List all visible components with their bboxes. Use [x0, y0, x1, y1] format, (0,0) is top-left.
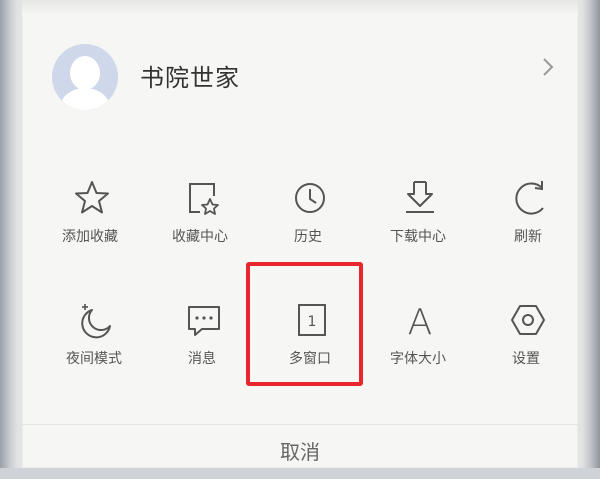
font-size-glyph: A [408, 302, 433, 340]
profile-row[interactable]: 书院世家 [22, 30, 578, 116]
menu-label-add-favorite: 添加收藏 [62, 229, 118, 245]
menu-item-night-mode[interactable]: 夜间模式 [44, 294, 144, 394]
bookmark-center-icon [189, 183, 219, 215]
avatar-body [60, 88, 110, 110]
profile-name: 书院世家 [140, 64, 240, 92]
message-icon [188, 306, 220, 336]
sheet-top-edge [22, 0, 578, 16]
cancel-button[interactable]: 取消 [22, 424, 578, 469]
clock-icon [295, 183, 325, 213]
menu-label-settings: 设置 [512, 351, 540, 367]
menu-label-multi-window: 多窗口 [289, 351, 331, 367]
window-icon: 1 [298, 304, 326, 336]
avatar-head [70, 56, 100, 90]
menu-label-refresh: 刷新 [514, 229, 542, 245]
menu-item-messages[interactable]: 消息 [152, 294, 252, 394]
download-icon [406, 181, 434, 213]
settings-icon [511, 305, 545, 335]
menu-item-add-favorite[interactable]: 添加收藏 [40, 172, 140, 272]
menu-label-messages: 消息 [188, 351, 216, 367]
menu-item-settings[interactable]: 设置 [476, 294, 576, 394]
refresh-icon [515, 181, 544, 215]
menu-label-night-mode: 夜间模式 [66, 351, 122, 367]
font-size-icon: A [408, 302, 433, 340]
chevron-right-icon [543, 58, 554, 76]
menu-label-favorites-center: 收藏中心 [172, 229, 228, 245]
menu-label-font-size: 字体大小 [390, 351, 446, 367]
menu-item-refresh[interactable]: 刷新 [478, 172, 578, 272]
menu-item-history[interactable]: 历史 [258, 172, 358, 272]
menu-item-favorites-center[interactable]: 收藏中心 [150, 172, 250, 272]
window-count-badge: 1 [308, 314, 317, 330]
menu-item-font-size[interactable]: A 字体大小 [368, 294, 468, 394]
menu-label-download-center: 下载中心 [390, 229, 446, 245]
menu-item-multi-window[interactable]: 1 多窗口 [260, 294, 360, 394]
star-icon [75, 181, 109, 214]
menu-label-history: 历史 [294, 229, 322, 245]
avatar [52, 44, 118, 110]
moon-icon [81, 304, 111, 339]
menu-item-download-center[interactable]: 下载中心 [368, 172, 468, 272]
